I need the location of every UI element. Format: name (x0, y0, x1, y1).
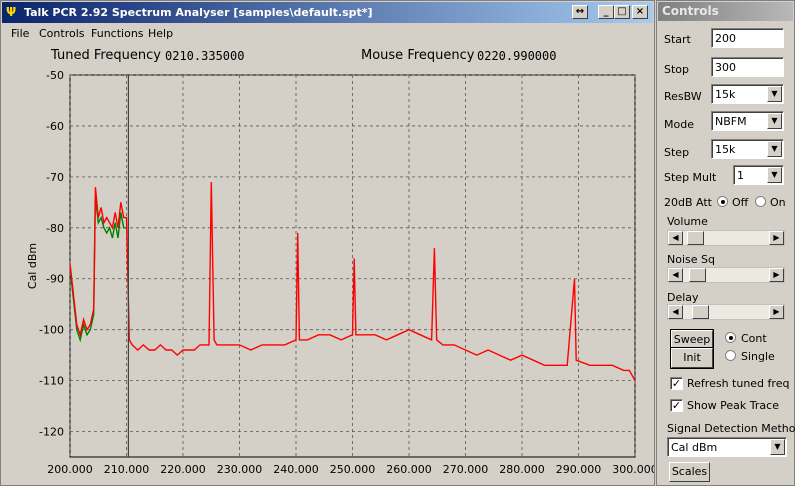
scales-button[interactable]: Scales (669, 462, 710, 482)
mode-value: NBFM (715, 115, 747, 128)
antenna-icon: Ψ (6, 5, 17, 19)
main-title-bar[interactable]: Ψ Talk PCR 2.92 Spectrum Analyser [sampl… (2, 2, 653, 23)
resbw-select[interactable]: 15k ▼ (711, 84, 784, 104)
start-input[interactable]: 200 (711, 28, 784, 48)
x-tick-label: 220.000 (160, 463, 206, 476)
maximize-button[interactable]: □ (614, 5, 630, 19)
x-tick-label: 240.000 (273, 463, 319, 476)
y-tick-label: -110 (39, 375, 64, 388)
start-label: Start (664, 33, 691, 46)
detection-method-select[interactable]: Cal dBm ▼ (667, 437, 787, 457)
menu-help[interactable]: Help (148, 27, 173, 40)
arrow-left-icon[interactable]: ◀ (668, 231, 683, 245)
volume-slider[interactable]: ◀ ▶ (667, 230, 785, 246)
stop-label: Stop (664, 63, 690, 76)
noise-sq-slider-thumb[interactable] (688, 268, 706, 282)
chevron-down-icon[interactable]: ▼ (767, 167, 782, 183)
cont-label: Cont (741, 332, 767, 345)
menu-file[interactable]: File (11, 27, 29, 40)
resbw-value: 15k (715, 88, 736, 101)
att-on-radio[interactable] (755, 196, 766, 207)
arrow-left-icon[interactable]: ◀ (668, 305, 683, 319)
frequency-readouts: Tuned Frequency 0210.335000 Mouse Freque… (1, 45, 656, 67)
stop-input[interactable]: 300 (711, 57, 784, 77)
att-off-label: Off (732, 196, 749, 209)
mouse-frequency-label: Mouse Frequency (361, 48, 475, 63)
tuned-frequency-value: 0210.335000 (165, 49, 245, 63)
noise-sq-slider[interactable]: ◀ ▶ (667, 267, 785, 283)
x-tick-label: 250.000 (330, 463, 376, 476)
x-tick-label: 260.000 (386, 463, 432, 476)
chevron-down-icon[interactable]: ▼ (767, 113, 782, 129)
noise-sq-label: Noise Sq (667, 253, 715, 266)
volume-label: Volume (667, 215, 708, 228)
y-tick-label: -120 (39, 426, 64, 439)
mouse-frequency-value: 0220.990000 (477, 49, 557, 63)
close-button[interactable]: × (632, 5, 648, 19)
single-label: Single (741, 350, 775, 363)
chevron-down-icon[interactable]: ▼ (767, 86, 782, 102)
x-tick-label: 230.000 (217, 463, 263, 476)
spectrum-chart[interactable]: -50 -60 -70 -80 -90 -100 -110 -120 200.000 210.00… (1, 67, 654, 485)
x-tick-label: 210.000 (104, 463, 150, 476)
y-tick-label: -60 (46, 120, 64, 133)
refresh-tuned-checkbox[interactable]: ✓ (670, 377, 683, 390)
window-title: Talk PCR 2.92 Spectrum Analyser [samples… (24, 6, 373, 19)
delay-slider-thumb[interactable] (691, 305, 709, 319)
menu-functions[interactable]: Functions (91, 27, 144, 40)
resbw-label: ResBW (664, 90, 702, 103)
arrow-right-icon[interactable]: ▶ (769, 305, 784, 319)
chevron-down-icon[interactable]: ▼ (767, 141, 782, 157)
y-tick-label: -100 (39, 324, 64, 337)
step-label: Step (664, 146, 690, 159)
step-value: 15k (715, 143, 736, 156)
arrow-right-icon[interactable]: ▶ (769, 268, 784, 282)
y-tick-label: -80 (46, 222, 64, 235)
y-axis-label: Cal dBm (26, 243, 39, 289)
step-mult-label: Step Mult (664, 171, 717, 184)
spectrum-analyser-window: Ψ Talk PCR 2.92 Spectrum Analyser [sampl… (0, 0, 655, 486)
att-off-radio[interactable] (717, 196, 728, 207)
volume-slider-thumb[interactable] (686, 231, 704, 245)
x-tick-label: 280.000 (499, 463, 545, 476)
mode-label: Mode (664, 118, 694, 131)
y-tick-label: -50 (46, 69, 64, 82)
controls-title: Controls (662, 4, 719, 18)
controls-title-bar[interactable]: Controls (658, 2, 793, 21)
x-tick-label: 200.000 (47, 463, 93, 476)
x-tick-label: 290.000 (556, 463, 602, 476)
delay-slider[interactable]: ◀ ▶ (667, 304, 785, 320)
att-on-label: On (770, 196, 786, 209)
menu-controls[interactable]: Controls (39, 27, 85, 40)
init-button[interactable]: Init (670, 347, 714, 369)
y-tick-label: -70 (46, 171, 64, 184)
att-label: 20dB Att (664, 196, 712, 209)
detection-method-value: Cal dBm (671, 441, 718, 454)
y-tick-label: -90 (46, 273, 64, 286)
sweep-button[interactable]: Sweep (670, 329, 714, 351)
arrow-right-icon[interactable]: ▶ (769, 231, 784, 245)
chevron-down-icon[interactable]: ▼ (770, 439, 785, 455)
x-tick-label: 300.000 (612, 463, 654, 476)
mode-select[interactable]: NBFM ▼ (711, 111, 784, 131)
detection-method-label: Signal Detection Method (667, 422, 795, 435)
cont-radio[interactable] (725, 332, 736, 343)
menu-bar: File Controls Functions Help (2, 24, 653, 43)
show-peak-checkbox[interactable]: ✓ (670, 399, 683, 412)
step-mult-select[interactable]: 1 ▼ (733, 165, 784, 185)
delay-label: Delay (667, 291, 699, 304)
refresh-tuned-label: Refresh tuned freq (687, 377, 790, 390)
tuned-frequency-label: Tuned Frequency (51, 48, 161, 63)
single-radio[interactable] (725, 350, 736, 361)
x-tick-label: 270.000 (443, 463, 489, 476)
arrow-left-icon[interactable]: ◀ (668, 268, 683, 282)
step-mult-value: 1 (737, 169, 744, 182)
show-peak-label: Show Peak Trace (687, 399, 779, 412)
restore-size-button[interactable]: ↔ (572, 5, 588, 19)
step-select[interactable]: 15k ▼ (711, 139, 784, 159)
minimize-button[interactable]: _ (598, 5, 614, 19)
